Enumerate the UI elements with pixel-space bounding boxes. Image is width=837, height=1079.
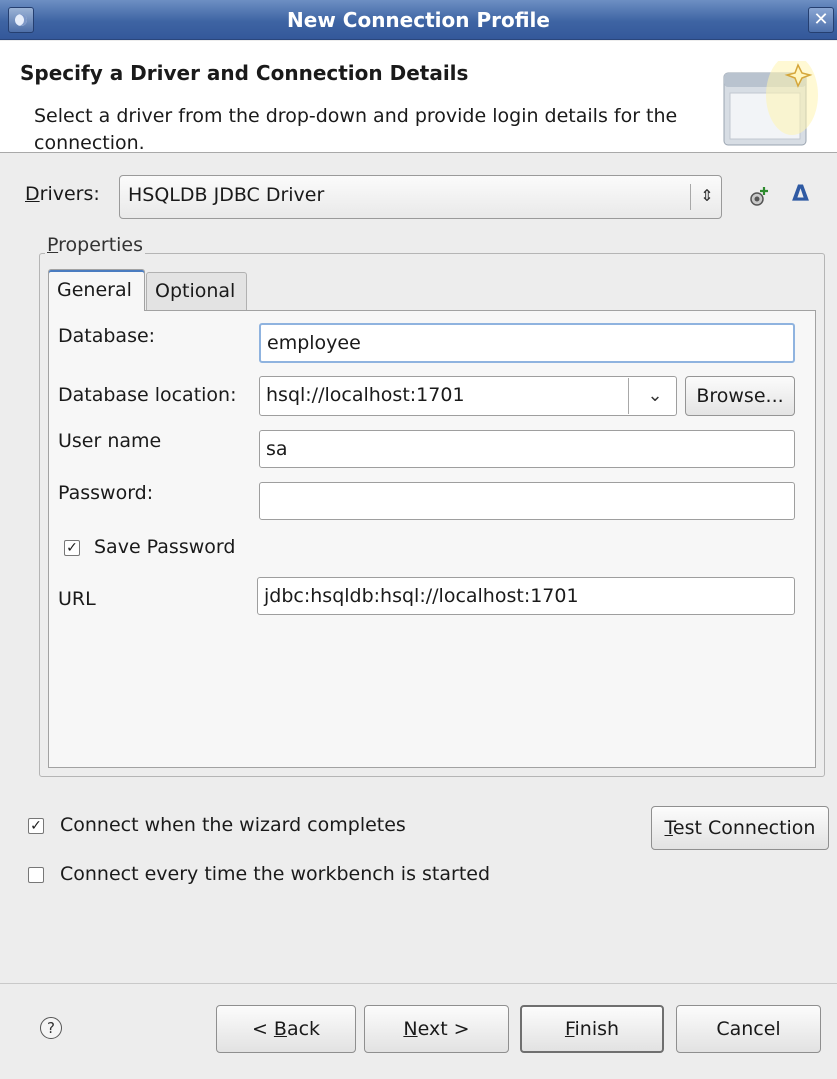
drivers-select-value: HSQLDB JDBC Driver	[128, 184, 325, 206]
user-name-input[interactable]: sa	[259, 430, 795, 468]
up-down-arrows-icon[interactable]: ⇕	[696, 180, 718, 212]
finish-button[interactable]: Finish	[520, 1005, 664, 1053]
wizard-banner-icon	[723, 61, 818, 146]
connect-on-complete-label: Connect when the wizard completes	[60, 814, 406, 836]
next-button[interactable]: Next >	[364, 1005, 509, 1053]
edit-driver-icon[interactable]: Δ	[792, 180, 814, 210]
password-input[interactable]	[259, 482, 795, 520]
divider	[0, 983, 837, 984]
save-password-checkbox[interactable]: ✓	[64, 540, 80, 556]
database-location-label: Database location:	[58, 384, 237, 406]
url-label: URL	[58, 588, 96, 610]
tab-optional[interactable]: Optional	[146, 272, 247, 310]
test-connection-button[interactable]: Test Connection	[651, 806, 829, 850]
divider	[628, 378, 629, 414]
save-password-label: Save Password	[94, 536, 236, 558]
database-location-combo[interactable]: hsql://localhost:1701	[259, 376, 677, 416]
tab-optional-label: Optional	[155, 280, 236, 302]
properties-group-label: Properties	[45, 234, 146, 256]
browse-button[interactable]: Browse...	[685, 376, 795, 416]
connect-on-complete-checkbox[interactable]: ✓	[28, 818, 44, 834]
chevron-down-icon[interactable]: ⌄	[640, 378, 670, 414]
divider	[690, 184, 691, 210]
database-label: Database:	[58, 325, 156, 347]
window-title: New Connection Profile	[287, 8, 550, 32]
cancel-button[interactable]: Cancel	[676, 1005, 821, 1053]
help-icon[interactable]: ?	[40, 1017, 62, 1039]
wizard-title: Specify a Driver and Connection Details	[20, 61, 469, 85]
database-input[interactable]: employee	[259, 323, 795, 363]
close-button[interactable]: ✕	[808, 7, 834, 33]
tab-general-label: General	[57, 279, 132, 301]
new-driver-icon[interactable]	[748, 186, 770, 208]
tab-general[interactable]: General	[48, 269, 145, 311]
user-name-label: User name	[58, 430, 162, 452]
wizard-description: Select a driver from the drop-down and p…	[34, 105, 678, 154]
connect-on-startup-checkbox[interactable]	[28, 867, 44, 883]
wizard-header: Specify a Driver and Connection Details …	[0, 41, 837, 154]
drivers-label: Drivers:	[25, 183, 100, 205]
back-button[interactable]: < Back	[216, 1005, 356, 1053]
connect-on-startup-label: Connect every time the workbench is star…	[60, 863, 491, 885]
password-label: Password:	[58, 482, 154, 504]
url-input[interactable]: jdbc:hsqldb:hsql://localhost:1701	[257, 577, 795, 615]
